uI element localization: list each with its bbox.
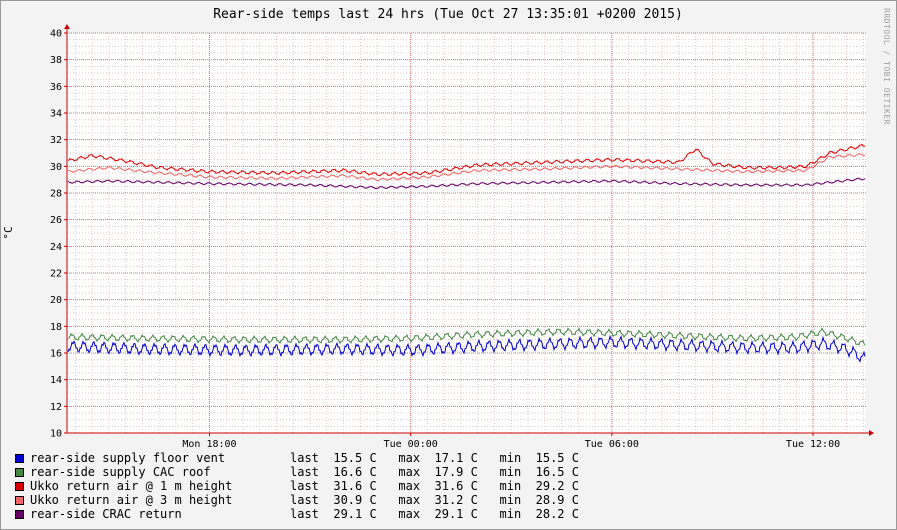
grid bbox=[67, 32, 866, 434]
y-tick-label: 24 bbox=[50, 242, 62, 253]
y-tick-label: 14 bbox=[50, 375, 62, 386]
x-tick-label: Mon 18:00 bbox=[182, 439, 236, 450]
x-tick-label: Tue 06:00 bbox=[585, 439, 639, 450]
legend-row: rear-side CRAC return last 29.1 C max 29.… bbox=[15, 507, 579, 521]
legend-series-name: Ukko return air @ 1 m height bbox=[30, 479, 233, 493]
legend-swatch bbox=[15, 481, 24, 491]
legend-swatch bbox=[15, 495, 24, 505]
y-tick-label: 16 bbox=[50, 349, 62, 360]
chart-title: Rear-side temps last 24 hrs (Tue Oct 27 … bbox=[213, 7, 683, 22]
legend-stats: last 30.9 C max 31.2 C min 28.9 C bbox=[290, 493, 579, 507]
y-axis-arrow bbox=[64, 24, 70, 29]
y-tick-label: 18 bbox=[50, 322, 62, 333]
y-tick-label: 10 bbox=[50, 429, 62, 440]
y-tick-label: 32 bbox=[50, 135, 62, 146]
y-tick-label: 28 bbox=[50, 189, 62, 200]
legend-stats: last 16.6 C max 17.9 C min 16.5 C bbox=[290, 465, 579, 479]
legend-row: rear-side supply CAC roof last 16.6 C max… bbox=[15, 465, 579, 479]
y-axis-label: °C bbox=[2, 226, 15, 239]
legend-swatch bbox=[15, 453, 24, 463]
legend-stats: last 31.6 C max 31.6 C min 29.2 C bbox=[290, 479, 579, 493]
y-tick-label: 30 bbox=[50, 162, 62, 173]
legend-swatch bbox=[15, 509, 24, 519]
y-tick-label: 40 bbox=[50, 29, 62, 40]
x-axis-arrow bbox=[869, 430, 874, 436]
y-tick-label: 38 bbox=[50, 55, 62, 66]
legend-series-name: Ukko return air @ 3 m height bbox=[30, 493, 233, 507]
legend-row: Ukko return air @ 1 m height last 31.6 C … bbox=[15, 479, 579, 493]
y-tick-label: 34 bbox=[50, 109, 62, 120]
legend-stats: last 15.5 C max 17.1 C min 15.5 C bbox=[290, 451, 579, 465]
legend: rear-side supply floor vent last 15.5 C m… bbox=[15, 451, 579, 521]
y-tick-label: 20 bbox=[50, 295, 62, 306]
y-tick-label: 12 bbox=[50, 402, 62, 413]
legend-series-name: rear-side CRAC return bbox=[30, 507, 182, 521]
legend-stats: last 29.1 C max 29.1 C min 28.2 C bbox=[290, 507, 579, 521]
y-tick-label: 36 bbox=[50, 82, 62, 93]
y-tick-label: 26 bbox=[50, 215, 62, 226]
watermark: RRDTOOL / TOBI OETIKER bbox=[882, 8, 891, 125]
legend-swatch bbox=[15, 467, 24, 477]
legend-row: Ukko return air @ 3 m height last 30.9 C … bbox=[15, 493, 579, 507]
legend-series-name: rear-side supply floor vent bbox=[30, 451, 226, 465]
x-tick-label: Tue 12:00 bbox=[786, 439, 840, 450]
legend-series-name: rear-side supply CAC roof bbox=[30, 465, 211, 479]
x-tick-label: Tue 00:00 bbox=[384, 439, 438, 450]
legend-row: rear-side supply floor vent last 15.5 C m… bbox=[15, 451, 579, 465]
y-tick-label: 22 bbox=[50, 269, 62, 280]
